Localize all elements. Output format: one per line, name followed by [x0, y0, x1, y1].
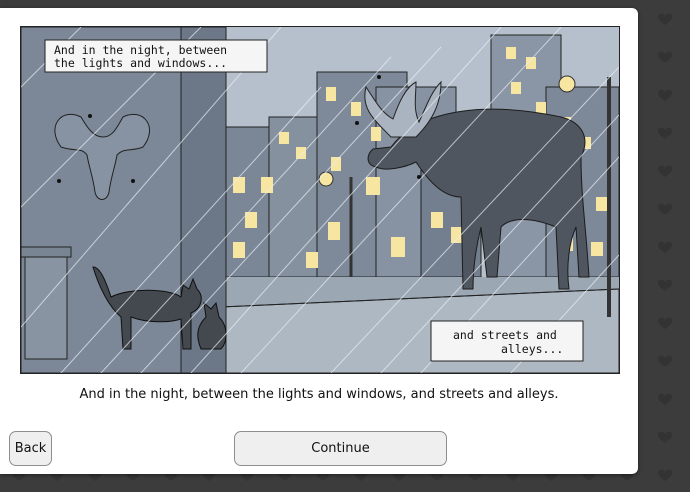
caption-box-bottom-line1: and streets and — [453, 328, 557, 342]
caption-box-bottom: and streets and alleys... — [430, 320, 584, 362]
comic-panel: And in the night, between the lights and… — [20, 26, 620, 374]
story-caption: And in the night, between the lights and… — [79, 387, 559, 402]
caption-box-top: And in the night, between the lights and… — [44, 39, 268, 73]
caption-box-bottom-line2: alleys... — [501, 342, 563, 356]
comic-illustration: And in the night, between the lights and… — [21, 27, 619, 373]
story-dialog: And in the night, between the lights and… — [0, 8, 638, 474]
continue-button[interactable]: Continue — [234, 431, 447, 466]
caption-box-top-line2: the lights and windows... — [54, 56, 227, 70]
back-button[interactable]: Back — [9, 431, 52, 466]
caption-box-top-line1: And in the night, between — [54, 43, 227, 57]
